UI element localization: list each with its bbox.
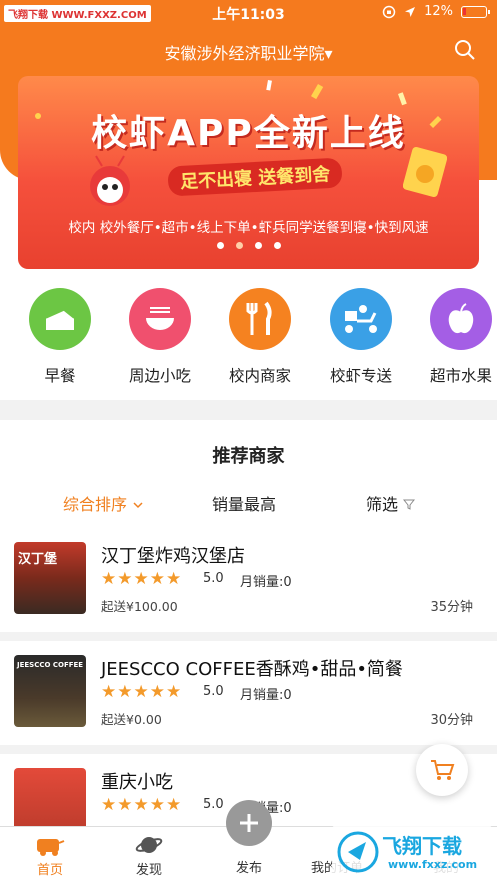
- shop-name: 汉丁堡炸鸡汉堡店: [101, 546, 245, 567]
- location-selector[interactable]: 安徽涉外经济职业学院▾: [0, 40, 497, 64]
- shop-thumbnail: JEESCCO COFFEE: [14, 655, 86, 727]
- tab-home[interactable]: 首页: [10, 831, 90, 878]
- apple-icon: [430, 288, 492, 350]
- category-label: 校内商家: [228, 367, 291, 385]
- shop-card[interactable]: 汉丁堡 汉丁堡炸鸡汉堡店 ★★★★★ 5.0 月销量:0 起送¥100.00 3…: [0, 528, 497, 632]
- chevron-down-icon: [133, 502, 143, 509]
- site-watermark: 飞翔下载 www.fxxz.com: [332, 824, 492, 880]
- plus-icon: [240, 814, 258, 832]
- category-campus-merchants[interactable]: 校内商家: [210, 288, 310, 386]
- category-supermarket[interactable]: 超市水果: [411, 288, 497, 386]
- thumb-text: JEESCCO COFFEE: [17, 661, 84, 669]
- monthly-sales: 月销量:0: [240, 575, 292, 590]
- lock-rotation-icon: [382, 5, 396, 18]
- sort-label: 销量最高: [212, 495, 277, 514]
- banner-dot[interactable]: [254, 242, 262, 249]
- cart-icon: [431, 760, 455, 780]
- bread-icon: [29, 288, 91, 350]
- status-right: 12%: [382, 4, 490, 19]
- shop-name: JEESCCO COFFEE香酥鸡•甜品•简餐: [101, 659, 403, 680]
- watermark-url: www.fxxz.com: [388, 858, 478, 871]
- shrimp-mascot-icon: [90, 155, 130, 206]
- category-delivery[interactable]: 校虾专送: [311, 288, 411, 386]
- min-order: 起送¥0.00: [101, 712, 162, 727]
- tab-label: 发现: [135, 863, 162, 878]
- category-label: 周边小吃: [128, 367, 191, 385]
- watermark-name: 飞翔下载: [382, 834, 462, 858]
- banner-subtitle: 校内 校外餐厅•超市•线上下单•虾兵同学送餐到寝•快到风速: [68, 220, 429, 236]
- delivery-time: 35分钟: [430, 600, 473, 615]
- star-rating: ★★★★★: [101, 569, 183, 589]
- tab-discover[interactable]: 发现: [109, 831, 189, 878]
- shop-card[interactable]: JEESCCO COFFEE JEESCCO COFFEE香酥鸡•甜品•简餐 ★…: [0, 641, 497, 745]
- shop-thumbnail: 汉丁堡: [14, 542, 86, 614]
- min-order: 起送¥100.00: [101, 599, 178, 614]
- category-label: 校虾专送: [329, 367, 392, 385]
- category-label: 早餐: [44, 367, 76, 385]
- watermark-logo-icon: [337, 831, 379, 873]
- home-shrimp-icon: [37, 839, 65, 856]
- banner-dot-active[interactable]: [235, 242, 243, 249]
- delivery-time: 30分钟: [430, 713, 473, 728]
- sort-sales[interactable]: 销量最高: [212, 491, 276, 515]
- rating-value: 5.0: [203, 571, 224, 586]
- banner-pagination: [0, 242, 497, 249]
- sort-label: 筛选: [366, 495, 399, 514]
- battery-icon: [461, 5, 490, 18]
- red-envelope-icon: [403, 146, 447, 198]
- star-rating: ★★★★★: [101, 795, 183, 815]
- tab-publish[interactable]: 发布: [209, 857, 289, 876]
- rating-value: 5.0: [203, 684, 224, 699]
- noodle-bowl-icon: [129, 288, 191, 350]
- publish-button[interactable]: [226, 800, 272, 846]
- filter-icon: [403, 499, 416, 510]
- category-row: 早餐 周边小吃 校内商家 校虾专送 超市水果: [0, 288, 497, 398]
- promo-banner[interactable]: 校虾APP全新上线 足不出寝 送餐到舍 校内 校外餐厅•超市•线上下单•虾兵同学…: [18, 76, 479, 269]
- top-bar: 安徽涉外经济职业学院▾: [0, 34, 497, 68]
- planet-icon: [135, 837, 163, 853]
- tab-label: 发布: [235, 861, 262, 876]
- tab-label: 首页: [36, 863, 63, 878]
- status-bar: 飞翔下载 WWW.FXXZ.COM 上午11:03 12%: [0, 0, 497, 26]
- fork-knife-icon: [229, 288, 291, 350]
- sort-label: 综合排序: [63, 495, 128, 514]
- cart-button[interactable]: [416, 744, 468, 796]
- banner-dot[interactable]: [273, 242, 281, 249]
- thumb-text: 汉丁堡: [18, 552, 58, 567]
- sort-comprehensive[interactable]: 综合排序: [63, 491, 144, 515]
- recommended-section: 推荐商家 综合排序 销量最高 筛选: [0, 420, 497, 530]
- category-snacks[interactable]: 周边小吃: [110, 288, 210, 386]
- category-breakfast[interactable]: 早餐: [10, 288, 110, 386]
- sort-filter[interactable]: 筛选: [366, 491, 416, 515]
- scooter-icon: [330, 288, 392, 350]
- section-title: 推荐商家: [212, 446, 285, 467]
- search-icon[interactable]: [453, 38, 477, 62]
- battery-percent: 12%: [424, 4, 453, 19]
- category-label: 超市水果: [429, 367, 492, 385]
- star-rating: ★★★★★: [101, 682, 183, 702]
- monthly-sales: 月销量:0: [240, 688, 292, 703]
- shop-name: 重庆小吃: [101, 772, 173, 793]
- rating-value: 5.0: [203, 797, 224, 812]
- location-arrow-icon: [405, 6, 416, 17]
- banner-dot[interactable]: [216, 242, 224, 249]
